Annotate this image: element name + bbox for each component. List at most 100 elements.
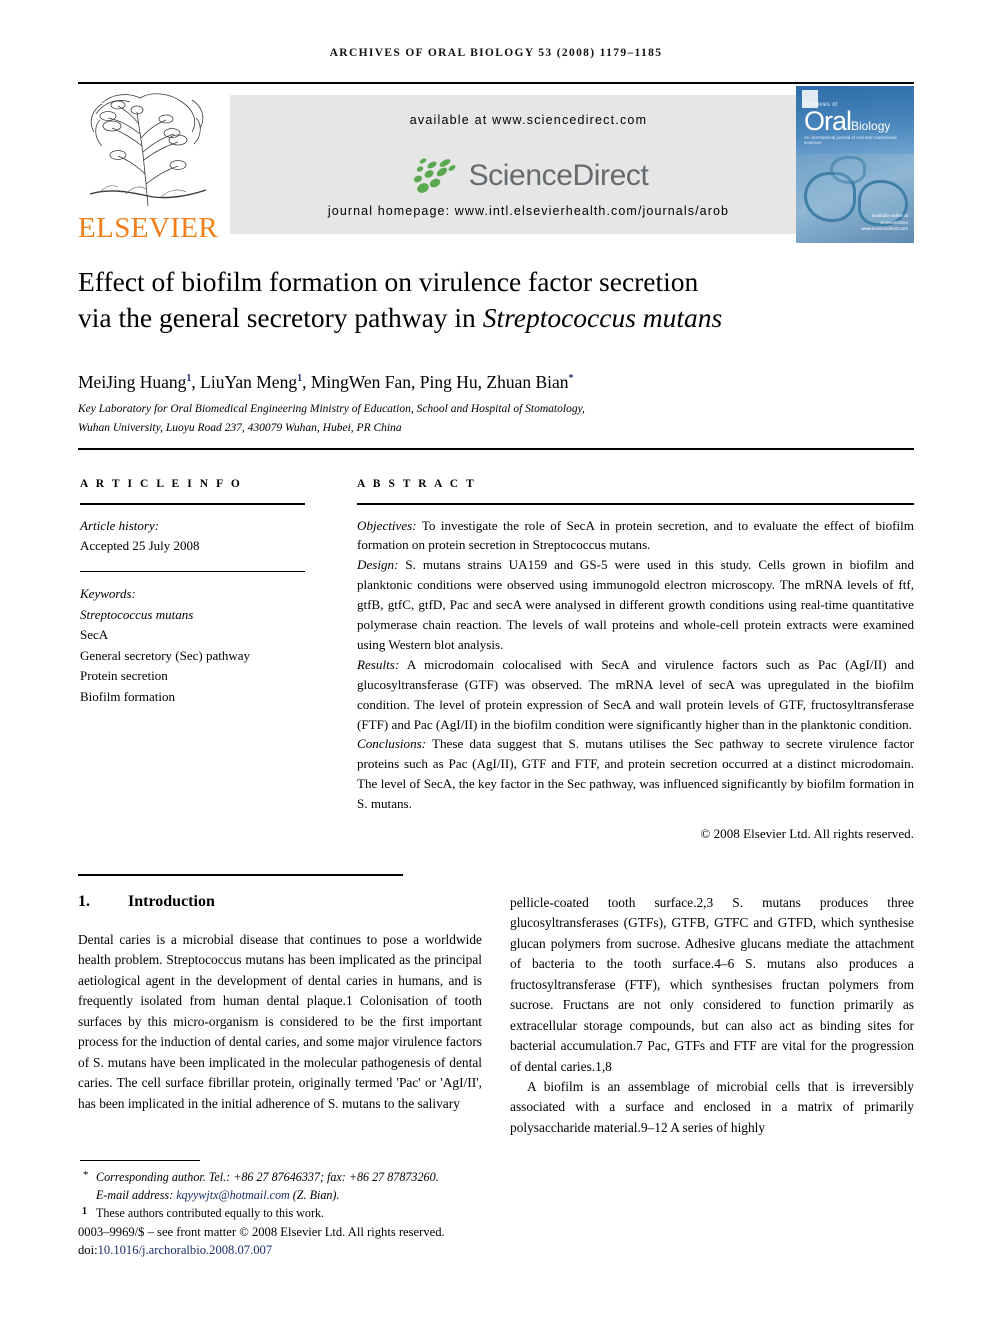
front-matter-block: 0003–9969/$ – see front matter © 2008 El…	[78, 1224, 508, 1260]
section-rule	[78, 874, 403, 877]
abstract-conclusions-text: These data suggest that S. mutans utilis…	[357, 736, 914, 812]
corresponding-author-marker[interactable]: *	[569, 373, 574, 384]
author-2-name: LiuYan Meng	[200, 372, 298, 392]
keywords-block: Keywords: Streptococcus mutans SecA Gene…	[80, 584, 305, 707]
author-1: MeiJing Huang1	[78, 372, 191, 392]
journal-homepage-text[interactable]: journal homepage: www.intl.elsevierhealt…	[230, 204, 827, 218]
author-sep: ,	[411, 372, 420, 392]
abstract-column: A B S T R A C T Objectives: To investiga…	[357, 478, 914, 844]
elsevier-logo: ELSEVIER	[78, 86, 219, 244]
affiliation: Key Laboratory for Oral Biomedical Engin…	[78, 400, 838, 437]
article-title-line1: Effect of biofilm formation on virulence…	[78, 266, 699, 297]
footnotes: * Corresponding author. Tel.: +86 27 8764…	[80, 1168, 500, 1222]
cover-cell-blob	[830, 156, 866, 184]
cover-badge-line2: ScienceDirect	[880, 219, 908, 225]
abstract-design-text: S. mutans strains UA159 and GS-5 were us…	[357, 557, 914, 652]
article-history-value: Accepted 25 July 2008	[80, 538, 200, 554]
doi-label: doi:	[78, 1242, 98, 1257]
section-title: Introduction	[128, 893, 215, 910]
footnote-equal-contribution-text: These authors contributed equally to thi…	[96, 1206, 325, 1221]
elsevier-wordmark: ELSEVIER	[78, 212, 219, 244]
affiliation-line2: Wuhan University, Luoyu Road 237, 430079…	[78, 421, 402, 434]
cover-title: Archives of OralBiology An international…	[804, 102, 908, 145]
abstract-results-text: A microdomain colocalised with SecA and …	[357, 656, 914, 732]
abstract-results: Results: A microdomain colocalised with …	[357, 655, 914, 735]
elsevier-tree-icon	[89, 93, 207, 207]
author-sep: ,	[302, 372, 311, 392]
doi-link[interactable]: 10.1016/j.archoralbio.2008.07.007	[98, 1243, 273, 1257]
sciencedirect-banner: available at www.sciencedirect.com Scien…	[230, 95, 827, 234]
abstract-results-label: Results:	[357, 656, 400, 672]
cover-badge-line1: available online at	[871, 212, 908, 218]
footnote-email-suffix: (Z. Bian).	[292, 1188, 340, 1203]
footnote-email-label: E-mail address:	[96, 1188, 174, 1203]
masthead: ELSEVIER available at www.sciencedirect.…	[78, 86, 914, 243]
article-title-species: Streptococcus mutans	[482, 302, 723, 334]
abstract-conclusions: Conclusions: These data suggest that S. …	[357, 734, 914, 814]
front-matter-line: 0003–9969/$ – see front matter © 2008 El…	[78, 1225, 445, 1239]
article-history: Article history: Accepted 25 July 2008	[80, 516, 305, 557]
abstract-conclusions-label: Conclusions:	[357, 736, 427, 752]
footnote-asterisk-marker: *	[83, 1169, 89, 1181]
running-head: Archives of Oral Biology 53 (2008) 1179–…	[329, 47, 663, 59]
footnote-email-link[interactable]: kqyywjtx@hotmail.com	[176, 1188, 290, 1202]
article-info-heading: A R T I C L E I N F O	[80, 478, 243, 490]
masthead-top-rule	[78, 82, 914, 84]
journal-cover-thumbnail: Archives of OralBiology An international…	[796, 86, 914, 243]
footnote-one-marker: 1	[82, 1206, 87, 1218]
author-sep: ,	[191, 372, 201, 392]
sciencedirect-wordmark: ScienceDirect	[468, 159, 649, 192]
keyword-item: Biofilm formation	[80, 688, 175, 704]
introduction-left-column: Dental caries is a microbial disease tha…	[78, 930, 482, 1114]
article-title-line2-text: via the general secretory pathway in	[78, 302, 483, 334]
abstract-objectives: Objectives: To investigate the role of S…	[357, 516, 914, 556]
cover-sciencedirect-badge: available online at ScienceDirect www.sc…	[861, 213, 908, 233]
article-title-line2: via the general secretory pathway in Str…	[78, 300, 908, 336]
footnote-equal-contribution: 1 These authors contributed equally to th…	[80, 1204, 500, 1222]
abstract-copyright: © 2008 Elsevier Ltd. All rights reserved…	[700, 825, 914, 841]
article-info-column: A R T I C L E I N F O Article history: A…	[80, 478, 305, 707]
keyword-item: General secretory (Sec) pathway	[80, 647, 250, 663]
keyword-item: SecA	[80, 627, 109, 643]
author-5: Zhuan Bian*	[486, 372, 573, 392]
author-list: MeiJing Huang1, LiuYan Meng1, MingWen Fa…	[78, 372, 908, 393]
available-at-text: available at www.sciencedirect.com	[409, 113, 648, 127]
affiliation-line1: Key Laboratory for Oral Biomedical Engin…	[78, 403, 585, 415]
journal-article-page: Archives of Oral Biology 53 (2008) 1179–…	[0, 0, 992, 1323]
article-title: Effect of biofilm formation on virulence…	[78, 264, 908, 337]
cover-archives-line: Archives of	[804, 102, 839, 108]
abstract-objectives-text: To investigate the role of SecA in prote…	[357, 517, 914, 553]
footnote-rule	[80, 1160, 200, 1162]
abstract-rule	[357, 503, 914, 505]
introduction-paragraph-3: A biofilm is an assemblage of microbial …	[510, 1078, 914, 1135]
author-5-name: Zhuan Bian	[486, 372, 569, 392]
abstract-body: Objectives: To investigate the role of S…	[357, 516, 914, 844]
keyword-item: Protein secretion	[80, 668, 168, 684]
introduction-paragraph-2: pellicle-coated tooth surface.2,3 S. mut…	[510, 895, 914, 1074]
keywords-label: Keywords:	[80, 586, 136, 602]
cover-oral-word: Oral	[804, 106, 852, 136]
sciencedirect-logo[interactable]: ScienceDirect	[230, 154, 827, 198]
cover-subtitle: An international journal of oral and cra…	[804, 135, 897, 145]
author-1-name: MeiJing Huang	[78, 372, 187, 392]
article-history-label: Article history:	[80, 517, 160, 533]
abstract-design-label: Design:	[357, 557, 399, 573]
author-3-name: MingWen Fan	[310, 372, 412, 392]
abstract-design: Design: S. mutans strains UA159 and GS-5…	[357, 555, 914, 654]
article-info-rule	[80, 503, 305, 505]
footnote-corresponding-author-text: Corresponding author. Tel.: +86 27 87646…	[96, 1170, 439, 1184]
author-2: LiuYan Meng1	[200, 372, 302, 392]
introduction-paragraph-1: Dental caries is a microbial disease tha…	[78, 932, 482, 1111]
abstract-heading: A B S T R A C T	[357, 478, 477, 490]
sciencedirect-leaf-icon	[413, 158, 456, 193]
section-number: 1.	[78, 893, 90, 910]
cover-badge-line3: www.sciencedirect.com	[861, 226, 908, 232]
author-4-name: Ping Hu	[419, 372, 478, 392]
abstract-objectives-label: Objectives:	[357, 517, 417, 533]
keywords-rule	[80, 570, 305, 573]
info-abstract-top-rule	[78, 448, 914, 450]
footnote-email-line: E-mail address: kqyywjtx@hotmail.com (Z.…	[96, 1186, 500, 1204]
cover-biology-word: Biology	[851, 119, 891, 133]
introduction-right-column: pellicle-coated tooth surface.2,3 S. mut…	[510, 893, 914, 1138]
keyword-item: Streptococcus mutans	[80, 606, 194, 622]
